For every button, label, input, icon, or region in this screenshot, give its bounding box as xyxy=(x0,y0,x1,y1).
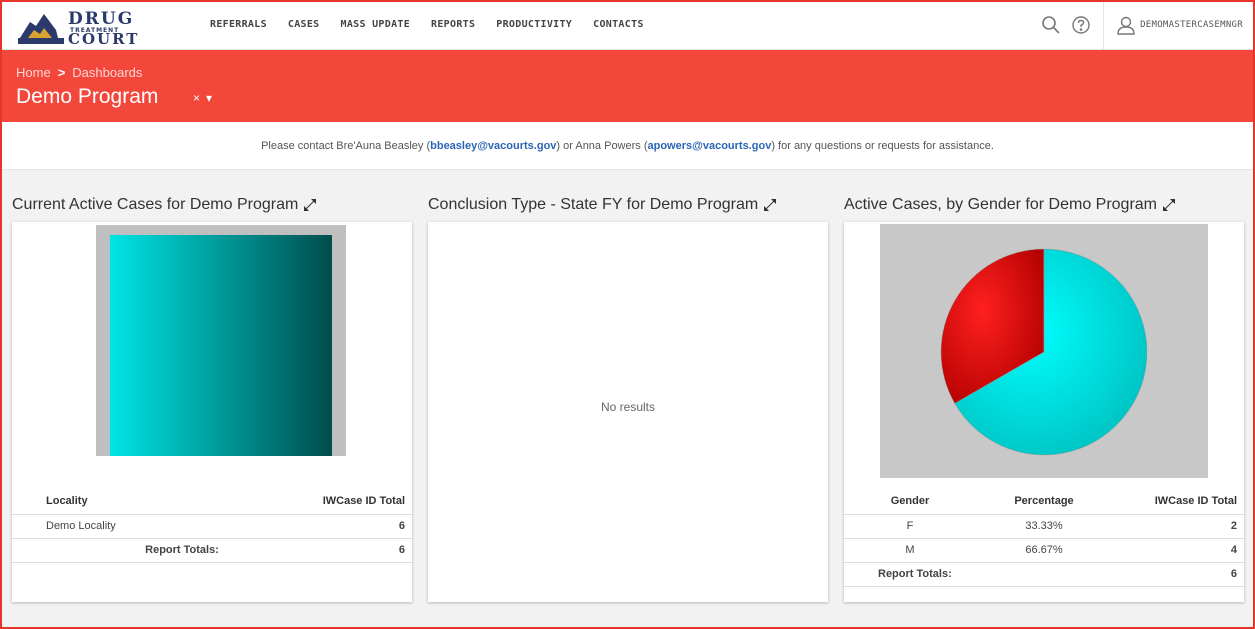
chevron-down-icon[interactable]: ▾ xyxy=(206,91,212,105)
conclusion-card: No results xyxy=(428,222,828,602)
table-row: M 66.67% 4 xyxy=(844,538,1244,563)
email-link-powers[interactable]: apowers@vacourts.gov xyxy=(648,140,772,152)
col-header-percentage: Percentage xyxy=(976,488,1112,515)
col-header-iwcase-total: IWCase ID Total xyxy=(225,488,412,515)
clear-icon[interactable]: × xyxy=(193,91,200,105)
nav-right: DEMOMASTERCASEMNGR xyxy=(1041,0,1255,50)
expand-icon[interactable] xyxy=(763,198,777,212)
totals-value[interactable]: 6 xyxy=(225,538,412,563)
drug-court-logo[interactable]: DRUG TREATMENT COURT xyxy=(14,2,184,48)
contact-text-suffix: ) for any questions or requests for assi… xyxy=(771,139,994,152)
table-header-row: Locality IWCase ID Total xyxy=(12,488,412,515)
nav-reports[interactable]: REPORTS xyxy=(431,19,475,30)
table-totals-row: Report Totals: 6 xyxy=(12,538,412,563)
page-header: Home > Dashboards Demo Program × ▾ xyxy=(0,50,1255,122)
expand-icon[interactable] xyxy=(1162,198,1176,212)
expand-icon[interactable] xyxy=(303,198,317,212)
top-nav: DRUG TREATMENT COURT REFERRALS CASES MAS… xyxy=(0,0,1255,50)
panel-title-text: Active Cases, by Gender for Demo Program xyxy=(844,196,1158,213)
logo-line3: COURT xyxy=(68,30,139,48)
nav-cases[interactable]: CASES xyxy=(288,19,320,30)
panel-title-active-cases: Current Active Cases for Demo Program xyxy=(12,196,317,214)
col-header-gender: Gender xyxy=(844,488,976,515)
active-cases-table: Locality IWCase ID Total Demo Locality 6… xyxy=(12,488,412,563)
logo-line1: DRUG xyxy=(68,9,134,29)
gender-pie-chart xyxy=(880,224,1208,478)
cell-iwcase-total[interactable]: 2 xyxy=(1112,514,1244,539)
table-row: F 33.33% 2 xyxy=(844,514,1244,539)
totals-label: Report Totals: xyxy=(844,562,1112,587)
gender-table: Gender Percentage IWCase ID Total F 33.3… xyxy=(844,488,1244,587)
panel-title-gender: Active Cases, by Gender for Demo Program xyxy=(844,196,1176,214)
cell-gender: F xyxy=(844,514,976,539)
totals-label: Report Totals: xyxy=(12,538,226,563)
nav-contacts[interactable]: CONTACTS xyxy=(593,19,644,30)
col-header-iwcase-total: IWCase ID Total xyxy=(1112,488,1244,515)
nav-referrals[interactable]: REFERRALS xyxy=(210,19,267,30)
nav-mass-update[interactable]: MASS UPDATE xyxy=(341,19,411,30)
active-cases-card: Locality IWCase ID Total Demo Locality 6… xyxy=(12,222,412,602)
main-menu: REFERRALS CASES MASS UPDATE REPORTS PROD… xyxy=(210,19,665,30)
panel-title-text: Conclusion Type - State FY for Demo Prog… xyxy=(428,196,759,213)
breadcrumb-dashboards[interactable]: Dashboards xyxy=(72,65,142,80)
table-header-row: Gender Percentage IWCase ID Total xyxy=(844,488,1244,515)
totals-value[interactable]: 6 xyxy=(1112,562,1244,587)
email-link-beasley[interactable]: bbeasley@vacourts.gov xyxy=(430,140,556,152)
active-cases-bar-chart xyxy=(96,225,346,456)
user-icon[interactable] xyxy=(1116,15,1136,35)
cell-locality: Demo Locality xyxy=(12,514,226,539)
help-icon[interactable] xyxy=(1071,15,1091,35)
cell-iwcase-total[interactable]: 4 xyxy=(1112,538,1244,563)
col-header-locality: Locality xyxy=(12,488,226,515)
table-row: Demo Locality 6 xyxy=(12,514,412,539)
breadcrumb-home[interactable]: Home xyxy=(16,65,51,80)
cell-gender: M xyxy=(844,538,976,563)
panel-title-text: Current Active Cases for Demo Program xyxy=(12,196,299,213)
page-title: Demo Program xyxy=(16,85,159,108)
cell-percentage: 66.67% xyxy=(976,538,1112,563)
breadcrumb: Home > Dashboards xyxy=(16,65,142,80)
contact-text-middle: ) or Anna Powers ( xyxy=(556,139,648,152)
panel-title-conclusion: Conclusion Type - State FY for Demo Prog… xyxy=(428,196,777,214)
cell-iwcase-total[interactable]: 6 xyxy=(225,514,412,539)
gender-card: Gender Percentage IWCase ID Total F 33.3… xyxy=(844,222,1244,602)
table-totals-row: Report Totals: 6 xyxy=(844,562,1244,587)
no-results-message: No results xyxy=(600,400,656,414)
bar-demo-locality xyxy=(110,235,332,456)
breadcrumb-separator: > xyxy=(57,65,66,80)
username-link[interactable]: DEMOMASTERCASEMNGR xyxy=(1140,20,1243,30)
cell-percentage: 33.33% xyxy=(976,514,1112,539)
contact-text-prefix: Please contact Bre'Auna Beasley ( xyxy=(261,139,431,152)
contact-banner: Please contact Bre'Auna Beasley (bbeasle… xyxy=(0,122,1255,170)
search-icon[interactable] xyxy=(1041,15,1061,35)
nav-productivity[interactable]: PRODUCTIVITY xyxy=(496,19,572,30)
program-selector: × ▾ xyxy=(193,91,218,105)
nav-separator xyxy=(1103,0,1105,50)
